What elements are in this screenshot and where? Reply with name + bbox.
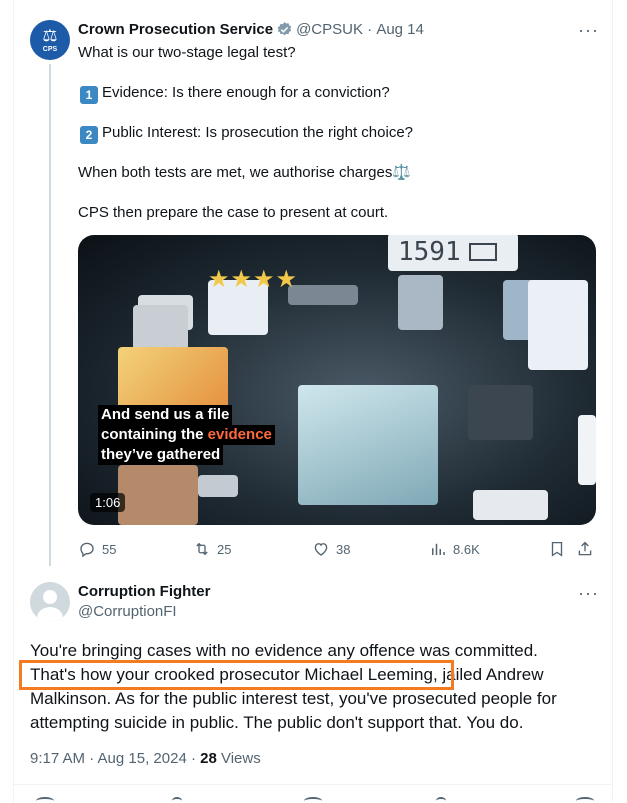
video-tile (118, 465, 198, 525)
video-tile (578, 415, 596, 485)
rating-stars-icon: ★★★★ (208, 265, 299, 293)
envelope-icon (468, 243, 497, 261)
bookmark-button[interactable] (548, 540, 572, 558)
repost-button[interactable]: 25 (193, 540, 231, 558)
reply-line: Malkinson. As for the public interest te… (30, 689, 557, 708)
separator-dot: · (362, 21, 377, 38)
cps-avatar[interactable]: ⚖ CPS (30, 20, 70, 60)
reply-views-count: 28 (200, 750, 217, 767)
author-name[interactable]: Crown Prosecution Service (78, 21, 273, 38)
reply-icon (80, 542, 94, 558)
reply-author-handle[interactable]: @CorruptionFI (78, 603, 177, 620)
caption-line-2: containing the evidence (98, 425, 275, 445)
video-tile (468, 385, 533, 440)
more-options-icon[interactable]: ··· (578, 20, 599, 41)
views-count: 8.6K (453, 541, 480, 557)
heart-icon (314, 543, 328, 556)
counter-value: 1591 (398, 237, 461, 267)
left-border (13, 0, 14, 803)
tweet-actions: 55 25 38 8.6K (78, 540, 598, 560)
partial-views-icon (436, 797, 446, 803)
reply-author-name[interactable]: Corruption Fighter (78, 583, 210, 600)
views-chart-icon (432, 543, 445, 555)
tweet-line-court: CPS then prepare the case to present at … (78, 204, 389, 221)
avatar-head-shape (43, 590, 57, 604)
author-handle[interactable]: @CPSUK (296, 21, 363, 38)
video-tile (528, 280, 588, 370)
reply-button[interactable]: 55 (78, 540, 116, 558)
bookmark-icon (551, 541, 563, 557)
tweet-line-charges: When both tests are met, we authorise ch… (78, 164, 412, 181)
reply-time[interactable]: 9:17 AM · Aug 15, 2024 · (30, 750, 200, 767)
keycap-one-icon: 1 (80, 86, 98, 104)
partial-repost-icon (172, 797, 182, 803)
reply-line: attempting suicide in public. The public… (30, 713, 524, 732)
share-icon (578, 541, 592, 556)
right-border (612, 0, 613, 803)
video-tile (198, 475, 238, 497)
counter-badge: 1591 (388, 235, 518, 271)
caption-line-2-pre: containing the (101, 426, 208, 443)
thread-connector (49, 64, 51, 566)
verified-badge-icon (277, 22, 292, 36)
video-player[interactable]: 1591 ★★★★ And send us a file containing … (78, 235, 596, 525)
partial-like-icon (304, 797, 322, 803)
caption-line-1: And send us a file (98, 405, 233, 425)
video-tile (398, 275, 443, 330)
tweet-line-item1: 1 Evidence: Is there enough for a convict… (78, 83, 390, 104)
like-count: 38 (336, 541, 351, 557)
scales-icon: ⚖ (42, 25, 58, 46)
tweet-line-intro: What is our two-stage legal test? (78, 44, 296, 61)
reply-count: 55 (102, 541, 117, 557)
tweet-header: Crown Prosecution Service @CPSUK · Aug 1… (78, 21, 424, 38)
caption-highlight: evidence (207, 426, 272, 443)
partial-reply-icon (36, 797, 54, 803)
item1-text: Evidence: Is there enough for a convicti… (102, 84, 390, 101)
video-tile (298, 385, 438, 505)
share-button[interactable] (576, 540, 600, 558)
caption-line-3: they’ve gathered (98, 445, 224, 465)
video-caption: And send us a file containing the eviden… (98, 405, 275, 465)
video-duration: 1:06 (90, 493, 126, 512)
avatar-label: CPS (42, 45, 58, 53)
video-tile (473, 490, 548, 520)
views-button[interactable]: 8.6K (429, 540, 480, 558)
default-avatar[interactable] (30, 582, 70, 622)
reply-timestamp: 9:17 AM · Aug 15, 2024 · 28 Views (30, 750, 261, 767)
tweet-date[interactable]: Aug 14 (376, 21, 424, 38)
reply-views-label: Views (216, 750, 261, 767)
annotation-highlight-box (19, 660, 454, 690)
like-button[interactable]: 38 (312, 540, 350, 558)
repost-count: 25 (217, 541, 232, 557)
divider (14, 784, 612, 785)
reply-action-bar-partial (0, 793, 627, 803)
keycap-two-icon: 2 (80, 126, 98, 144)
item2-text: Public Interest: Is prosecution the righ… (102, 124, 414, 141)
avatar-body-shape (37, 607, 63, 622)
tweet-line-item2: 2 Public Interest: Is prosecution the rig… (78, 123, 413, 144)
reply-more-options-icon[interactable]: ··· (578, 583, 599, 604)
partial-share-icon (576, 797, 594, 803)
repost-icon (196, 542, 208, 556)
video-tile (133, 305, 188, 350)
video-tile (288, 285, 358, 305)
